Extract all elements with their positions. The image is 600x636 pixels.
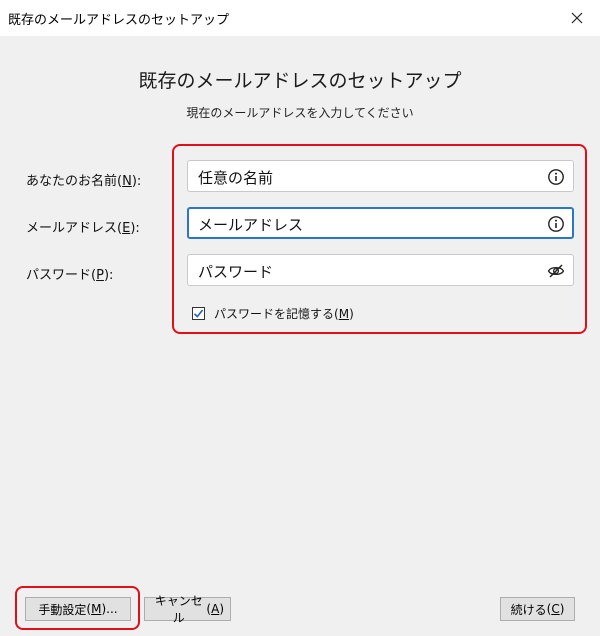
close-icon	[571, 9, 583, 28]
form-highlight-annotation	[172, 144, 587, 334]
close-button[interactable]	[562, 4, 592, 32]
continue-button[interactable]: 続ける(C)	[500, 597, 575, 621]
password-label: パスワード(P):	[26, 268, 114, 283]
page-title: 既存のメールアドレスのセットアップ	[138, 70, 462, 92]
email-label: メールアドレス(E):	[26, 221, 140, 236]
name-label: あなたのお名前(N):	[26, 174, 142, 189]
title-bar: 既存のメールアドレスのセットアップ	[0, 0, 600, 36]
page-subtitle: 現在のメールアドレスを入力してください	[186, 106, 414, 120]
manual-setup-button[interactable]: 手動設定(M)...	[25, 597, 131, 621]
window-title: 既存のメールアドレスのセットアップ	[8, 13, 230, 28]
cancel-button[interactable]: キャンセル(A)	[144, 594, 231, 625]
